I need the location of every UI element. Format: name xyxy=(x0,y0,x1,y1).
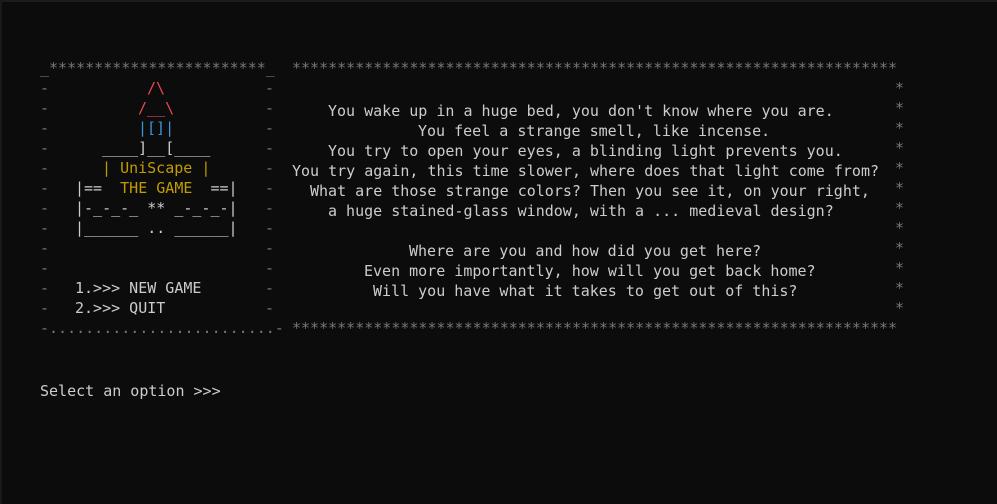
title-box-side: - xyxy=(265,99,275,117)
title-box-side: - xyxy=(40,79,50,97)
window-top-edge xyxy=(0,0,997,2)
story-line: You try to open your eyes, a blinding li… xyxy=(328,142,843,160)
story-line: You wake up in a huge bed, you don't kno… xyxy=(328,102,834,120)
title-box-side: - xyxy=(40,119,50,137)
title-box-side: - xyxy=(265,139,275,157)
title-box-side: - xyxy=(40,159,50,177)
story-box-side: * xyxy=(895,199,905,217)
story-box-side: * xyxy=(895,279,905,297)
story-line: Will you have what it takes to get out o… xyxy=(373,282,798,300)
title-box-side: - xyxy=(265,119,275,137)
title-border-left: |== xyxy=(75,179,103,197)
story-box-side: * xyxy=(895,79,905,97)
story-box-side: * xyxy=(895,239,905,257)
story-box-top-border: ****************************************… xyxy=(292,59,898,77)
title-box-side: - xyxy=(40,259,50,277)
game-subtitle: THE GAME xyxy=(120,179,193,197)
castle-roof-base: /__\ xyxy=(138,99,175,117)
story-box-side: * xyxy=(895,219,905,237)
title-box-side: - xyxy=(40,299,50,317)
story-box-side: * xyxy=(895,299,905,317)
story-box-side: * xyxy=(895,119,905,137)
title-box-side: - xyxy=(265,299,275,317)
castle-window: |[]| xyxy=(138,119,175,137)
input-prompt[interactable]: Select an option >>> xyxy=(40,381,221,401)
story-box-side: * xyxy=(895,179,905,197)
title-box-side: - xyxy=(40,219,50,237)
castle-bottom-row: |______ .. ______| xyxy=(75,219,238,237)
title-box-side: - xyxy=(40,139,50,157)
story-box-side: * xyxy=(895,99,905,117)
title-box-side: - xyxy=(265,159,275,177)
title-box-side: - xyxy=(40,99,50,117)
title-box-side: - xyxy=(40,179,50,197)
window-left-edge xyxy=(0,0,2,504)
castle-title-row: |== THE GAME ==| xyxy=(75,178,238,198)
story-line: You feel a strange smell, like incense. xyxy=(418,122,771,140)
title-box-side: - xyxy=(265,239,275,257)
title-box-side: - xyxy=(265,79,275,97)
title-box-side: - xyxy=(265,179,275,197)
title-box-side: - xyxy=(265,219,275,237)
title-box-side: - xyxy=(265,199,275,217)
game-name: UniScape xyxy=(120,159,193,177)
terminal-window: _************************_ - - - - - - -… xyxy=(0,0,997,504)
title-box-side: - xyxy=(265,259,275,277)
story-box-bottom-border: ****************************************… xyxy=(292,319,898,337)
castle-decoration-row: |-_-_-_ ** _-_-_-| xyxy=(75,199,238,217)
prompt-text: Select an option >>> xyxy=(40,382,221,400)
menu-item-quit: 2.>>> QUIT xyxy=(75,299,166,317)
title-box-bottom-border: -.........................- xyxy=(40,319,284,337)
title-box-side: - xyxy=(40,279,50,297)
name-border-left: | xyxy=(102,159,112,177)
story-line: Even more importantly, how will you get … xyxy=(364,262,816,280)
menu-item-new-game: 1.>>> NEW GAME xyxy=(75,279,202,297)
story-line: You try again, this time slower, where d… xyxy=(292,162,879,180)
name-border-right: | xyxy=(201,159,211,177)
story-box-side: * xyxy=(895,259,905,277)
story-line: Where are you and how did you get here? xyxy=(409,242,762,260)
story-line: What are those strange colors? Then you … xyxy=(310,182,870,200)
title-border-right: ==| xyxy=(210,179,238,197)
title-box-side: - xyxy=(40,199,50,217)
story-line: a huge stained-glass window, with a ... … xyxy=(328,202,834,220)
title-box-top-border: _************************_ xyxy=(40,59,275,77)
story-box-side: * xyxy=(895,159,905,177)
castle-roof-top: /\ xyxy=(147,79,166,97)
title-box-side: - xyxy=(40,239,50,257)
story-box-side: * xyxy=(895,139,905,157)
title-box-side: - xyxy=(265,279,275,297)
castle-name-row: | UniScape | xyxy=(102,158,210,178)
castle-base: ____]__[____ xyxy=(102,139,211,157)
